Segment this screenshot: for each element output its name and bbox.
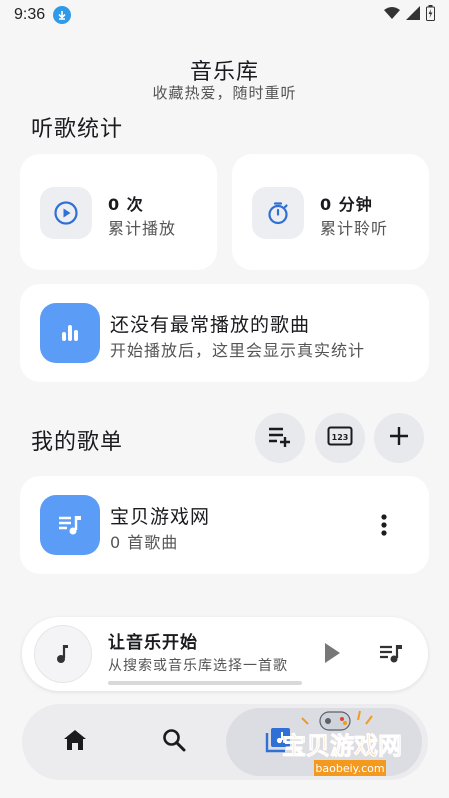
watermark-logo: 宝贝游戏网 baobeiy.com (262, 708, 422, 780)
bar-chart-icon (40, 303, 100, 363)
watermark-url: baobeiy.com (315, 762, 384, 775)
player-progress-bar[interactable] (108, 681, 302, 685)
music-list-icon (40, 495, 100, 555)
play-circle-icon (40, 187, 92, 239)
signal-icon (406, 6, 420, 24)
playlist-name: 宝贝游戏网 (110, 506, 211, 528)
duration-stat-card[interactable]: 0 分钟 累计聆听 (232, 154, 429, 270)
queue-icon (378, 642, 404, 668)
search-icon (161, 727, 187, 757)
player-subtitle: 从搜索或音乐库选择一首歌 (108, 658, 288, 674)
top-song-subtitle: 开始播放后，这里会显示真实统计 (110, 341, 366, 360)
player-title: 让音乐开始 (108, 633, 198, 653)
numbered-list-button[interactable]: 123 (315, 413, 365, 463)
plays-value: 0 次 (108, 195, 144, 214)
plays-label: 累计播放 (108, 219, 177, 238)
timer-icon (252, 187, 304, 239)
listening-stats-title: 听歌统计 (31, 117, 124, 142)
plays-stat-card[interactable]: 0 次 累计播放 (20, 154, 217, 270)
svg-text:123: 123 (332, 433, 349, 442)
play-button[interactable] (318, 641, 346, 669)
status-bar: 9:36 (0, 0, 449, 30)
duration-label: 累计聆听 (320, 219, 389, 238)
playlist-count: 0 首歌曲 (110, 533, 179, 552)
create-playlist-button[interactable] (374, 413, 424, 463)
nav-home[interactable] (51, 718, 99, 766)
page-header: 音乐库 收藏热爱，随时重听 (0, 54, 449, 103)
numbered-list-icon: 123 (327, 426, 353, 450)
page-subtitle: 收藏热爱，随时重听 (152, 84, 297, 102)
mini-player[interactable]: 让音乐开始 从搜索或音乐库选择一首歌 (22, 617, 428, 691)
playlist-item[interactable]: 宝贝游戏网 0 首歌曲 (20, 476, 429, 574)
top-song-title: 还没有最常播放的歌曲 (110, 314, 311, 336)
status-time: 9:36 (14, 6, 46, 23)
my-playlists-title: 我的歌单 (31, 430, 124, 455)
download-icon (53, 6, 72, 24)
duration-value: 0 分钟 (320, 195, 373, 214)
plus-icon (389, 426, 409, 450)
more-options-icon[interactable] (372, 510, 396, 540)
battery-icon (426, 5, 435, 25)
add-to-playlist-icon (267, 425, 293, 451)
nav-search[interactable] (150, 718, 198, 766)
play-icon (323, 642, 341, 668)
music-note-icon (34, 625, 92, 683)
add-to-playlist-button[interactable] (255, 413, 305, 463)
top-song-card[interactable]: 还没有最常播放的歌曲 开始播放后，这里会显示真实统计 (20, 284, 429, 382)
queue-button[interactable] (376, 641, 406, 669)
watermark-text: 宝贝游戏网 (282, 732, 402, 760)
wifi-icon (384, 6, 400, 24)
home-icon (62, 728, 88, 756)
